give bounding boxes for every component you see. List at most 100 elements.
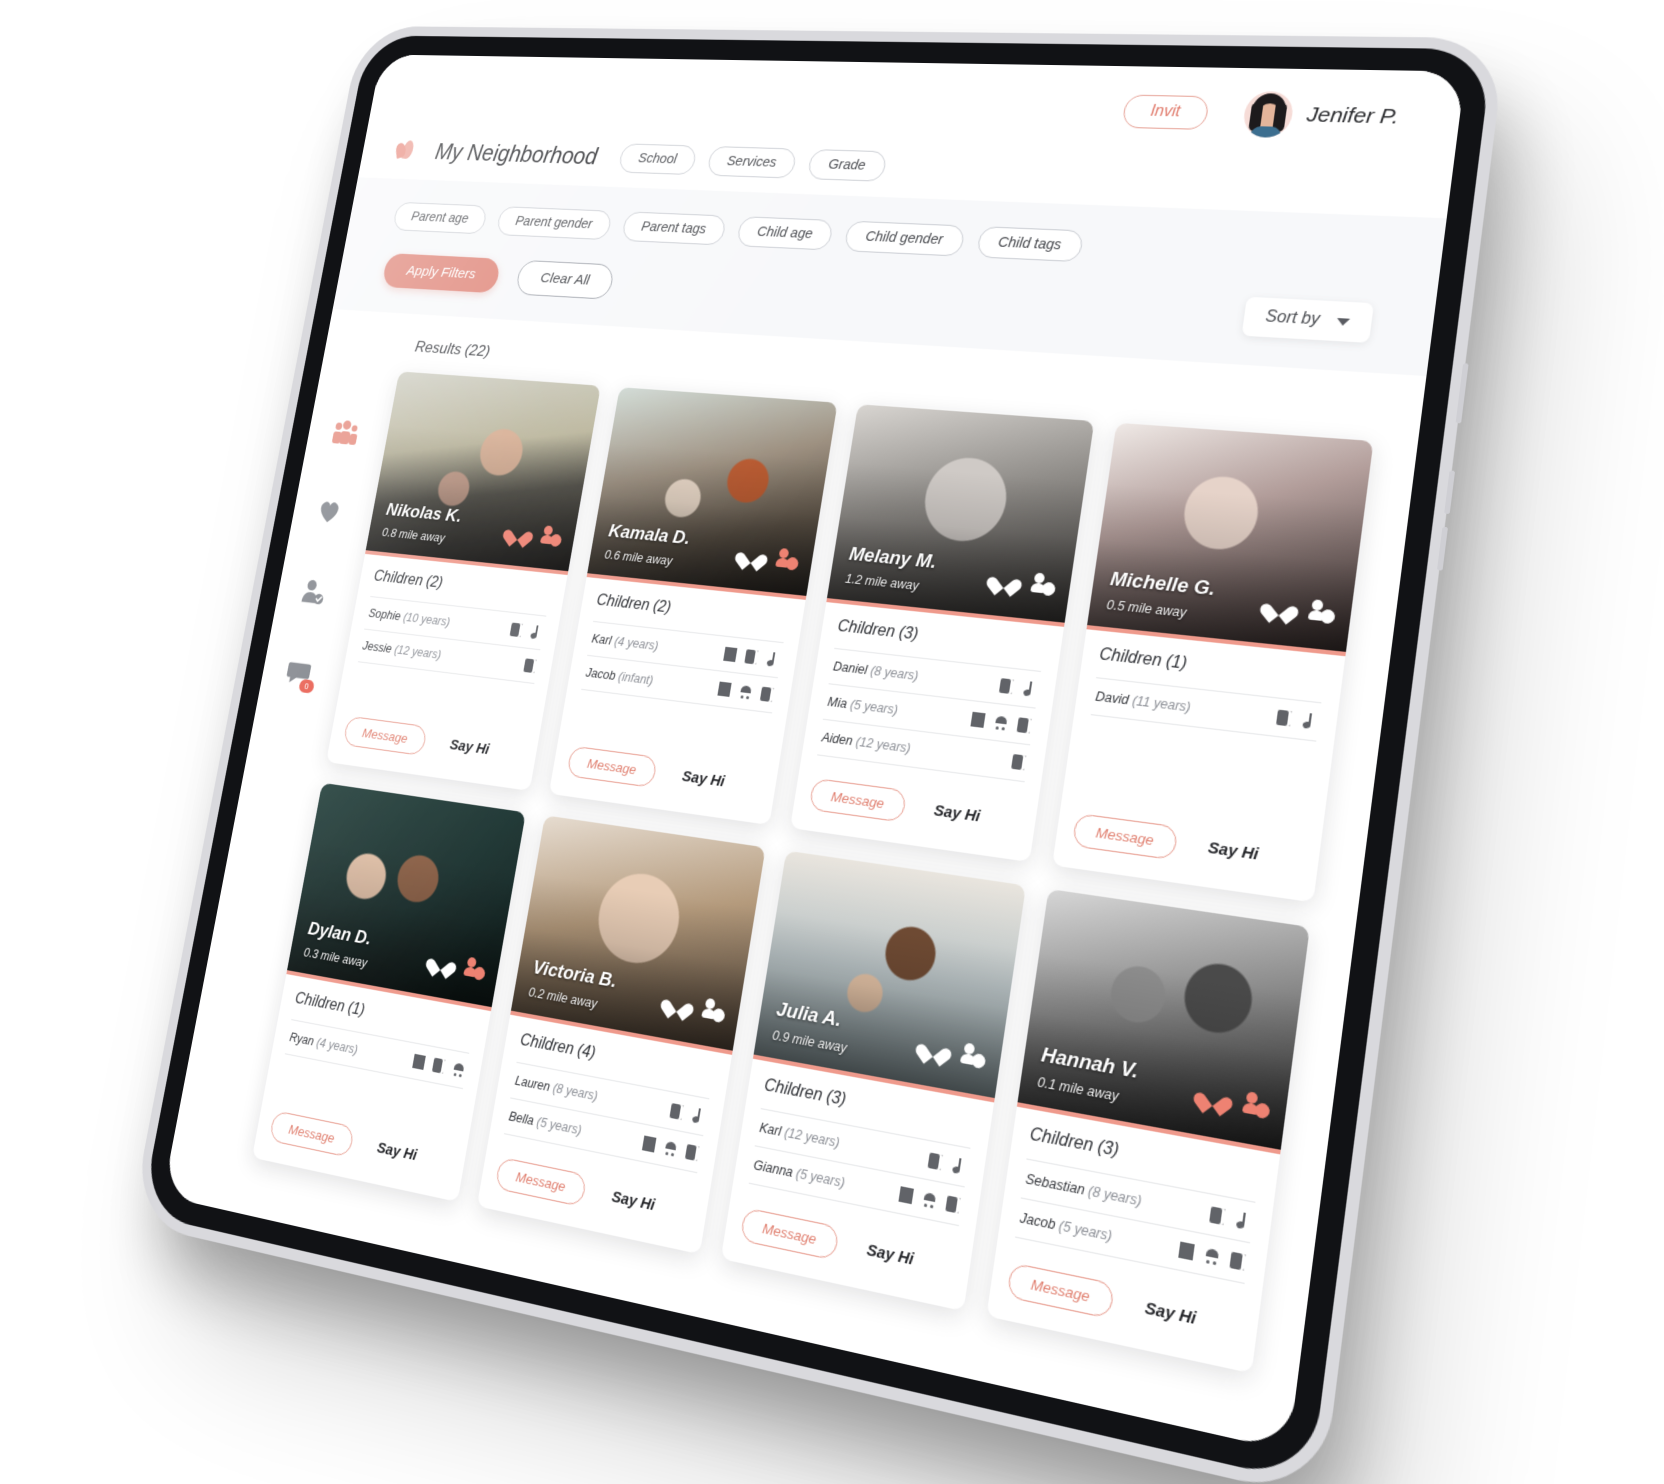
child-tag-icons — [412, 1054, 465, 1078]
card-actions — [1266, 595, 1337, 624]
add-person-icon[interactable] — [960, 1042, 988, 1069]
book-icon — [1276, 710, 1292, 727]
message-button[interactable]: Message — [566, 746, 657, 788]
music-icon — [529, 625, 543, 640]
say-hi-button[interactable]: Say Hi — [1137, 1296, 1204, 1331]
child-age: (8 years) — [1087, 1183, 1142, 1209]
horse-icon — [717, 682, 731, 697]
result-card[interactable]: Melany M. 1.2 mile away Children (3) Daniel… — [790, 404, 1094, 862]
say-hi-button[interactable]: Say Hi — [927, 800, 988, 828]
apply-filters-button[interactable]: Apply Filters — [381, 253, 501, 293]
photo-overlay — [1018, 889, 1310, 1150]
child-row: Bella (5 years) — [504, 1097, 703, 1173]
card-footer: Message Say Hi — [252, 1086, 471, 1202]
say-hi-button[interactable]: Say Hi — [675, 766, 731, 792]
result-card[interactable]: Victoria B. 0.2 mile away Children (4) Laur… — [477, 815, 766, 1254]
message-button[interactable]: Message — [343, 716, 428, 756]
sidebar-item-connections[interactable] — [299, 577, 332, 609]
message-button[interactable]: Message — [269, 1110, 355, 1158]
message-button[interactable]: Message — [808, 778, 907, 823]
filter-pill-child-age[interactable]: Child age — [736, 216, 834, 250]
tablet-device: Invit Jenifer P. My Neighborhood School … — [141, 35, 1493, 1483]
sidebar-item-messages[interactable]: 0 — [283, 658, 316, 691]
child-row: Karl (12 years) — [755, 1108, 971, 1186]
chevron-down-icon — [1336, 318, 1350, 326]
say-hi-button[interactable]: Say Hi — [1200, 837, 1266, 866]
result-card[interactable]: Julia A. 0.9 mile away Children (3) Karl (1… — [721, 851, 1026, 1312]
favorite-heart-icon[interactable] — [992, 569, 1017, 592]
card-photo: Melany M. 1.2 mile away — [826, 404, 1094, 627]
child-tag-icons — [970, 712, 1031, 734]
add-person-icon[interactable] — [775, 548, 801, 571]
horse-icon — [970, 712, 985, 728]
clear-all-button[interactable]: Clear All — [515, 260, 615, 300]
child-name: Gianna (5 years) — [753, 1157, 846, 1190]
avatar-hair-left-shape — [1248, 103, 1263, 131]
say-hi-button[interactable]: Say Hi — [443, 735, 495, 760]
message-button[interactable]: Message — [740, 1207, 840, 1260]
music-icon — [691, 1107, 706, 1124]
horse-icon — [412, 1054, 426, 1070]
child-row: David (11 years) — [1091, 677, 1322, 742]
favorite-heart-icon[interactable] — [666, 992, 690, 1016]
tablet-device-wrapper: Invit Jenifer P. My Neighborhood School … — [0, 0, 1664, 1360]
user-menu[interactable]: Jenifer P. — [1241, 91, 1402, 141]
photo-overlay — [287, 783, 526, 1007]
add-person-head-shape — [705, 998, 716, 1010]
filter-pill-child-gender[interactable]: Child gender — [844, 221, 965, 257]
book-icon — [744, 649, 758, 664]
favorite-heart-icon[interactable] — [1200, 1084, 1227, 1111]
book-icon — [945, 1195, 961, 1213]
message-button[interactable]: Message — [1072, 813, 1179, 860]
add-person-icon[interactable] — [1242, 1091, 1272, 1120]
add-person-icon[interactable] — [540, 525, 564, 547]
message-button[interactable]: Message — [1006, 1262, 1114, 1319]
message-button[interactable]: Message — [495, 1157, 588, 1207]
add-person-icon[interactable] — [463, 956, 487, 981]
header-pill-grade[interactable]: Grade — [807, 149, 887, 182]
child-tag-icons — [1011, 754, 1026, 770]
stroller-icon — [663, 1140, 678, 1157]
card-actions — [921, 1036, 987, 1070]
stroller-icon — [1204, 1247, 1221, 1266]
child-age: (8 years) — [552, 1081, 599, 1104]
filter-pill-child-tags[interactable]: Child tags — [976, 226, 1085, 262]
card-actions — [666, 991, 727, 1023]
card-distance: 0.9 mile away — [771, 1028, 847, 1056]
invite-button[interactable]: Invit — [1121, 95, 1210, 130]
child-tag-icons — [1276, 710, 1318, 730]
header-pill-services[interactable]: Services — [706, 146, 798, 179]
favorite-heart-icon[interactable] — [921, 1036, 946, 1061]
device-volume-up-button[interactable] — [1444, 470, 1455, 514]
sidebar-item-favorites[interactable] — [314, 497, 346, 529]
card-body: Children (3) Karl (12 years) Gianna (5 yea… — [733, 1059, 994, 1230]
child-age: (4 years) — [315, 1035, 359, 1057]
say-hi-button[interactable]: Say Hi — [371, 1137, 424, 1167]
filter-pill-parent-age[interactable]: Parent age — [392, 202, 488, 234]
child-name: Jacob (5 years) — [1019, 1210, 1113, 1244]
sidebar-item-neighborhood[interactable] — [329, 418, 361, 449]
device-volume-down-button[interactable] — [1437, 527, 1448, 571]
favorite-heart-icon[interactable] — [740, 545, 763, 567]
child-row: Sebastian (8 years) — [1021, 1158, 1256, 1242]
book-icon — [685, 1144, 700, 1161]
child-age: (5 years) — [536, 1114, 583, 1137]
device-power-button[interactable] — [1456, 363, 1469, 423]
card-footer: Message Say Hi — [721, 1181, 976, 1312]
say-hi-button[interactable]: Say Hi — [859, 1238, 921, 1271]
add-person-icon[interactable] — [701, 997, 727, 1023]
filter-pill-parent-tags[interactable]: Parent tags — [621, 211, 727, 245]
book-icon — [928, 1152, 944, 1170]
add-person-badge-shape — [549, 534, 562, 547]
filter-pill-parent-gender[interactable]: Parent gender — [496, 206, 613, 240]
add-person-badge-shape — [711, 1008, 725, 1024]
favorite-heart-icon[interactable] — [508, 523, 530, 544]
page-title: My Neighborhood — [433, 139, 599, 170]
header-pill-school[interactable]: School — [618, 143, 697, 175]
favorite-heart-icon[interactable] — [430, 951, 452, 974]
book-icon — [999, 678, 1014, 694]
child-age: (12 years) — [855, 734, 912, 755]
horse-icon — [1178, 1242, 1195, 1261]
result-card[interactable]: Kamala D. 0.6 mile away Children (2) Karl (… — [549, 387, 838, 825]
card-actions — [1200, 1084, 1272, 1120]
